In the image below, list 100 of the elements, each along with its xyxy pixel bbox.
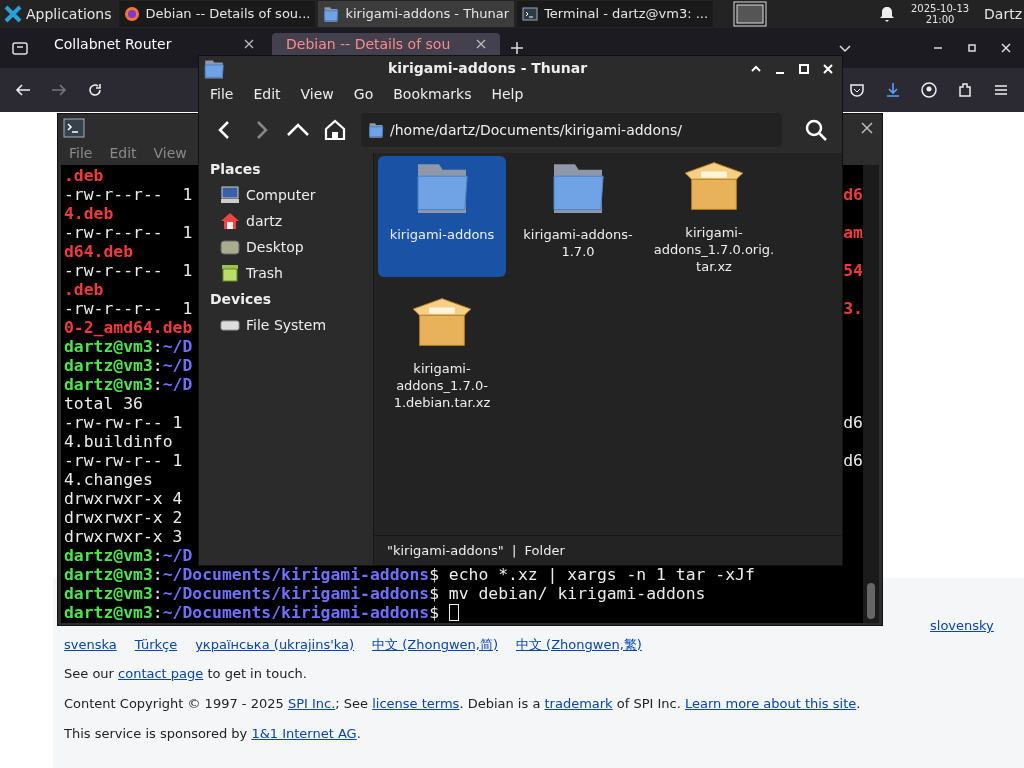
menu-item[interactable]: Help	[491, 83, 524, 105]
language-link[interactable]: 中文 (Zhongwen,繁)	[516, 635, 642, 654]
terminal-line: -rw-r--r-- 1	[64, 261, 193, 280]
menu-item[interactable]: Bookmarks	[393, 83, 472, 105]
terminal-line: dartz@vm3:~/D	[64, 356, 193, 375]
folder-icon	[323, 6, 340, 22]
home-icon[interactable]	[323, 118, 347, 142]
pocket-icon[interactable]	[849, 82, 865, 98]
terminal-text: d6	[843, 185, 863, 204]
terminal-line: dartz@vm3:~/Documents/kirigami-addons$ mv debian/ kirigami-addons	[64, 584, 706, 603]
sidebar-item[interactable]: Computer	[199, 182, 373, 208]
taskbar-button[interactable]: Debian -- Details of sou...	[118, 1, 316, 27]
footer-sentence: See our contact page to get in touch.	[64, 665, 308, 683]
user-name[interactable]: Dartz	[984, 3, 1022, 25]
extensions-icon[interactable]	[957, 82, 973, 98]
terminal-icon	[522, 6, 539, 22]
sidebar-item[interactable]: File System	[199, 312, 373, 338]
terminal-line: total 36	[64, 394, 143, 413]
terminal-line: -rw-r--r-- 1	[64, 185, 193, 204]
terminal-line: 4.deb	[64, 204, 114, 223]
footer-link[interactable]: contact page	[118, 666, 204, 681]
menu-item[interactable]: Go	[353, 83, 374, 105]
clock-date: 2025-10-13	[911, 3, 970, 14]
package-icon	[682, 160, 746, 212]
terminal-text: 3.	[843, 299, 863, 318]
terminal-line: 0-2_amd64.deb	[64, 318, 193, 337]
terminal-line: d64.deb	[64, 242, 134, 261]
new-tab-icon[interactable]	[510, 41, 524, 55]
forward-icon[interactable]	[51, 82, 67, 98]
terminal-text: 54	[843, 261, 863, 280]
terminal-line: -rw-r--r-- 1	[64, 299, 193, 318]
footer-sentence: This service is sponsored by 1&1 Internet AG.	[64, 725, 362, 743]
sidebar-item[interactable]: Desktop	[199, 234, 373, 260]
footer-sentence: Content Copyright © 1997 - 2025 SPI Inc.; See license terms. Debian is a trademark of SPI Inc. Learn more about this site.	[64, 695, 862, 713]
folder-item[interactable]: kirigami-addons	[378, 156, 506, 277]
footer-link[interactable]: license terms	[372, 696, 460, 711]
terminal-line: -rw-r--r-- 1	[64, 223, 193, 242]
trash-icon	[220, 264, 240, 282]
terminal-text: d6	[843, 413, 863, 432]
terminal-line: dartz@vm3:~/D	[64, 546, 193, 565]
scrollbar-thumb[interactable]	[867, 583, 875, 619]
terminal-line: dartz@vm3:~/Documents/kirigami-addons$ echo *.xz | xargs -n 1 tar -xJf	[64, 565, 755, 584]
taskbar-button[interactable]: kirigami-addons - Thunar	[318, 1, 515, 27]
terminal-text: am	[843, 223, 863, 242]
terminal-icon	[63, 117, 85, 138]
sidebar-item[interactable]: dartz	[199, 208, 373, 234]
notification-bell-icon[interactable]	[879, 6, 896, 22]
footer-link[interactable]: SPI Inc.	[287, 696, 336, 711]
window-title: kirigami-addons - Thunar	[386, 59, 589, 78]
menu-item[interactable]: Edit	[253, 83, 281, 105]
sidebar-heading: Places	[209, 160, 262, 179]
clock-time: 21:00	[925, 14, 955, 25]
house-icon	[220, 212, 240, 230]
location-field[interactable]: /home/dartz/Documents/kirigami-addons/	[361, 113, 782, 147]
reload-icon[interactable]	[87, 82, 103, 98]
close-tab-icon[interactable]	[244, 39, 254, 49]
maximize-icon[interactable]	[966, 42, 978, 54]
menu-item[interactable]: Edit	[109, 142, 137, 164]
menu-item[interactable]: View	[300, 83, 334, 105]
menu-item[interactable]: View	[153, 142, 187, 164]
close-icon[interactable]	[1000, 42, 1012, 54]
terminal-line: dartz@vm3:~/Documents/kirigami-addons$	[64, 603, 440, 622]
menu-icon[interactable]	[993, 82, 1009, 98]
menu-item[interactable]: File	[210, 83, 234, 105]
workspace-icon[interactable]	[733, 1, 768, 27]
taskbar-button[interactable]: Terminal - dartz@vm3: ...	[517, 1, 714, 27]
menu-item[interactable]: File	[69, 142, 93, 164]
terminal-line: -rw-rw-r-- 1	[64, 451, 183, 470]
terminal-line: -rw-rw-r-- 1	[64, 413, 183, 432]
language-link[interactable]: 中文 (Zhongwen,简)	[372, 635, 498, 654]
language-link[interactable]: українська (ukrajins'ka)	[195, 635, 355, 654]
browser-tab[interactable]: Debian -- Details of sou	[272, 33, 500, 55]
language-link[interactable]: slovensky	[930, 616, 994, 635]
account-icon[interactable]	[921, 82, 937, 98]
language-link[interactable]: Türkçe	[134, 635, 178, 654]
terminal-line: drwxrwxr-x 2	[64, 508, 183, 527]
footer-link[interactable]: trademark	[544, 696, 613, 711]
applications-menu[interactable]: Applications	[26, 3, 112, 25]
status-text: "kirigami-addons" | Folder	[387, 541, 565, 560]
sidebar-item[interactable]: Trash	[199, 260, 373, 286]
footer-link[interactable]: Learn more about this site	[685, 696, 857, 711]
maximize-icon[interactable]	[798, 62, 810, 75]
close-tab-icon[interactable]	[476, 39, 486, 49]
back-icon[interactable]	[15, 82, 31, 98]
footer-link[interactable]: 1&1 Internet AG	[251, 726, 357, 741]
sidebar-heading: Devices	[209, 290, 273, 309]
terminal-line: drwxrwxr-x 3	[64, 527, 183, 546]
terminal-text: d6	[843, 451, 863, 470]
terminal-line: .deb	[64, 280, 104, 299]
folder-item[interactable]: kirigami-addons-1.7.0	[514, 156, 642, 277]
folder-icon	[203, 58, 225, 79]
close-icon[interactable]	[861, 121, 873, 134]
language-link[interactable]: svenska	[64, 635, 117, 654]
tab-list-icon[interactable]	[12, 40, 28, 56]
download-icon[interactable]	[885, 82, 901, 98]
archive-item[interactable]: kirigami-addons_1.7.0-1.debian.tar.xz	[378, 292, 506, 413]
search-icon[interactable]	[804, 118, 828, 142]
terminal-line: drwxrwxr-x 4	[64, 489, 183, 508]
archive-item[interactable]: kirigami-addons_1.7.0.orig.tar.xz	[650, 156, 778, 277]
desktop-icon	[220, 238, 240, 256]
